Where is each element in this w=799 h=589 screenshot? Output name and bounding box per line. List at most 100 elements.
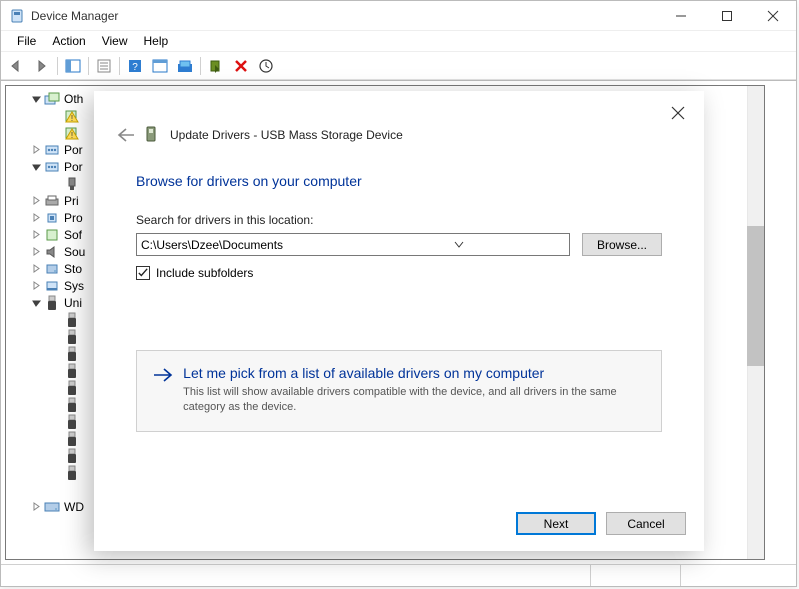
menubar: File Action View Help	[1, 31, 796, 52]
blank	[50, 127, 62, 139]
show-hide-tree-button[interactable]	[61, 55, 85, 77]
usb-icon	[64, 329, 80, 345]
include-subfolders-label: Include subfolders	[156, 266, 253, 280]
properties-button[interactable]	[92, 55, 116, 77]
forward-button[interactable]	[30, 55, 54, 77]
tree-node-label: Sys	[64, 279, 84, 293]
sys-icon	[44, 278, 60, 294]
next-button[interactable]: Next	[516, 512, 596, 535]
usb-icon	[64, 363, 80, 379]
driver-path-input[interactable]: C:\Users\Dzee\Documents	[136, 233, 570, 256]
plug-icon	[64, 176, 80, 192]
tree-node-label: Uni	[64, 296, 82, 310]
usb-icon	[64, 380, 80, 396]
blank	[50, 110, 62, 122]
blank	[50, 348, 62, 360]
dialog-header: Update Drivers - USB Mass Storage Device	[94, 91, 704, 147]
blank	[50, 450, 62, 462]
expand-toggle-icon[interactable]	[30, 93, 42, 105]
tree-node-label: Pro	[64, 211, 83, 225]
usb-icon	[64, 312, 80, 328]
tree-node-label: Oth	[64, 92, 83, 106]
maximize-button[interactable]	[704, 1, 750, 31]
expand-toggle-icon[interactable]	[30, 501, 42, 513]
dialog-heading: Browse for drivers on your computer	[136, 173, 662, 189]
soft-icon	[44, 227, 60, 243]
dialog-title: Update Drivers - USB Mass Storage Device	[170, 128, 403, 142]
expand-toggle-icon[interactable]	[30, 280, 42, 292]
enable-device-button[interactable]	[204, 55, 228, 77]
usb-icon	[64, 465, 80, 481]
tree-node-label: Sou	[64, 245, 85, 259]
expand-toggle-icon[interactable]	[30, 212, 42, 224]
blank	[50, 178, 62, 190]
tree-node-label: Sto	[64, 262, 82, 276]
expand-toggle-icon[interactable]	[30, 144, 42, 156]
tree-node-label: Por	[64, 143, 83, 157]
blank	[50, 467, 62, 479]
svg-text:!: !	[71, 131, 73, 140]
window-title: Device Manager	[31, 9, 658, 23]
pick-from-list-title: Let me pick from a list of available dri…	[183, 365, 645, 381]
usb-icon	[64, 414, 80, 430]
tree-node-label: Pri	[64, 194, 79, 208]
arrow-right-icon	[153, 365, 173, 415]
statusbar	[1, 564, 796, 586]
tree-node-label: Por	[64, 160, 83, 174]
port-icon	[44, 142, 60, 158]
scan-changes-button[interactable]	[254, 55, 278, 77]
titlebar: Device Manager	[1, 1, 796, 31]
expand-toggle-icon[interactable]	[30, 297, 42, 309]
expand-toggle-icon[interactable]	[30, 263, 42, 275]
close-button[interactable]	[750, 1, 796, 31]
tree-node-label: WD	[64, 500, 84, 514]
scan-hardware-button[interactable]	[148, 55, 172, 77]
browse-button[interactable]: Browse...	[582, 233, 662, 256]
minimize-button[interactable]	[658, 1, 704, 31]
usb-icon	[64, 346, 80, 362]
blank	[50, 416, 62, 428]
disk-icon	[44, 261, 60, 277]
expand-toggle-icon[interactable]	[30, 161, 42, 173]
printer-icon	[44, 193, 60, 209]
driver-path-value: C:\Users\Dzee\Documents	[141, 238, 353, 252]
scrollbar[interactable]	[747, 86, 764, 559]
menu-file[interactable]: File	[9, 32, 44, 50]
blank	[8, 484, 20, 496]
expand-toggle-icon[interactable]	[30, 195, 42, 207]
include-subfolders-checkbox[interactable]	[136, 266, 150, 280]
none-icon	[22, 482, 38, 498]
dialog-back-button[interactable]	[114, 123, 138, 147]
usb-icon	[64, 397, 80, 413]
dialog-close-button[interactable]	[660, 99, 696, 127]
update-driver-button[interactable]	[173, 55, 197, 77]
toolbar: ?	[1, 52, 796, 80]
cancel-button[interactable]: Cancel	[606, 512, 686, 535]
pick-from-list-option[interactable]: Let me pick from a list of available dri…	[136, 350, 662, 432]
usb-icon	[64, 431, 80, 447]
blank	[50, 365, 62, 377]
menu-view[interactable]: View	[94, 32, 136, 50]
blank	[50, 433, 62, 445]
uninstall-device-button[interactable]	[229, 55, 253, 77]
blank	[50, 331, 62, 343]
warn-icon: !	[64, 108, 80, 124]
expand-toggle-icon[interactable]	[30, 246, 42, 258]
help-button[interactable]: ?	[123, 55, 147, 77]
menu-help[interactable]: Help	[136, 32, 177, 50]
sound-icon	[44, 244, 60, 260]
dropdown-icon[interactable]	[353, 242, 565, 248]
back-button[interactable]	[5, 55, 29, 77]
blank	[50, 382, 62, 394]
pick-from-list-description: This list will show available drivers co…	[183, 385, 645, 415]
wd-icon	[44, 499, 60, 515]
warn-icon: !	[64, 125, 80, 141]
scrollbar-thumb[interactable]	[747, 226, 764, 366]
expand-toggle-icon[interactable]	[30, 229, 42, 241]
device-icon	[144, 126, 162, 144]
device-manager-window: Device Manager File Action View Help ? O…	[0, 0, 797, 587]
menu-action[interactable]: Action	[44, 32, 93, 50]
usb-icon	[44, 295, 60, 311]
port-icon	[44, 159, 60, 175]
cpu-icon	[44, 210, 60, 226]
